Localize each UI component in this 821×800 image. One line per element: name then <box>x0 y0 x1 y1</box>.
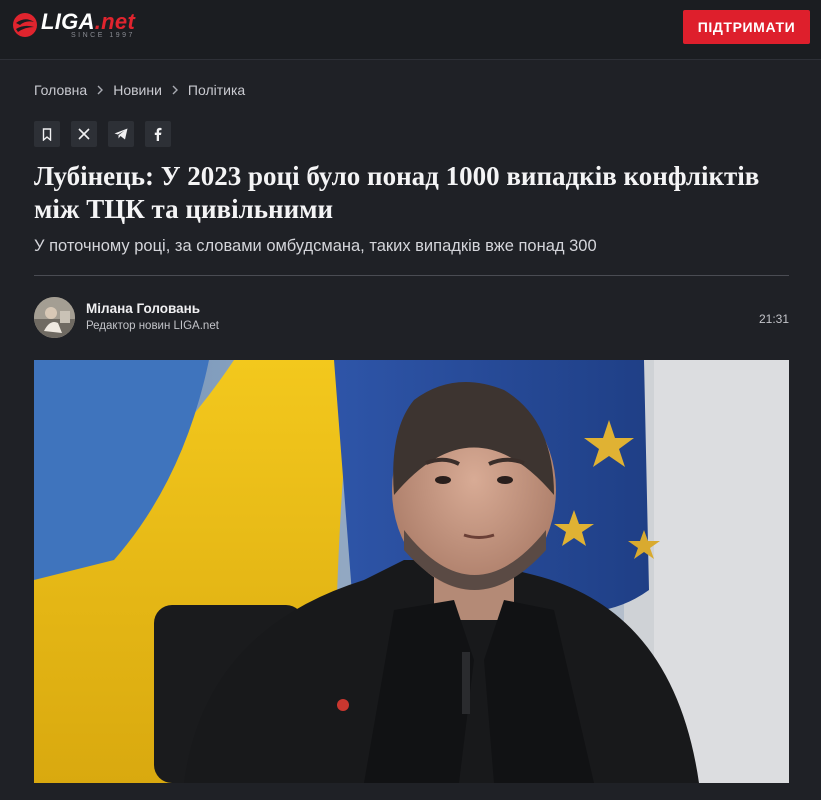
site-header: LIGA.net SINCE 1997 ПІДТРИМАТИ <box>0 0 821 60</box>
share-facebook-button[interactable] <box>145 121 171 147</box>
author-role: Редактор новин LIGA.net <box>86 320 219 332</box>
bookmark-icon <box>42 127 52 141</box>
telegram-icon <box>114 128 128 140</box>
article-photo <box>34 360 789 783</box>
author-name[interactable]: Мілана Головань <box>86 300 219 318</box>
bookmark-button[interactable] <box>34 121 60 147</box>
logo-suffix: .net <box>94 9 136 34</box>
share-telegram-button[interactable] <box>108 121 134 147</box>
article-title: Лубінець: У 2023 році було понад 1000 ви… <box>34 161 760 224</box>
article-subtitle: У поточному році, за словами омбудсмана,… <box>34 237 597 255</box>
share-x-button[interactable] <box>71 121 97 147</box>
logo-since: SINCE 1997 <box>71 32 135 39</box>
breadcrumb-home[interactable]: Головна <box>34 82 87 98</box>
avatar[interactable] <box>34 297 75 338</box>
breadcrumb-politics[interactable]: Політика <box>188 82 245 98</box>
breadcrumb: Головна Новини Політика <box>34 82 245 98</box>
liga-logo[interactable]: LIGA.net SINCE 1997 <box>12 10 135 46</box>
facebook-icon <box>154 127 162 141</box>
chevron-right-icon <box>92 82 108 98</box>
publish-time: 21:31 <box>758 312 789 326</box>
divider <box>34 275 789 276</box>
author-block: Мілана Головань Редактор новин LIGA.net <box>34 297 219 338</box>
x-icon <box>78 128 90 140</box>
logo-swirl-icon <box>13 13 37 37</box>
breadcrumb-news[interactable]: Новини <box>113 82 162 98</box>
logo-word: LIGA <box>41 9 95 34</box>
share-toolbar <box>34 121 171 147</box>
support-button[interactable]: ПІДТРИМАТИ <box>683 10 810 44</box>
chevron-right-icon <box>167 82 183 98</box>
